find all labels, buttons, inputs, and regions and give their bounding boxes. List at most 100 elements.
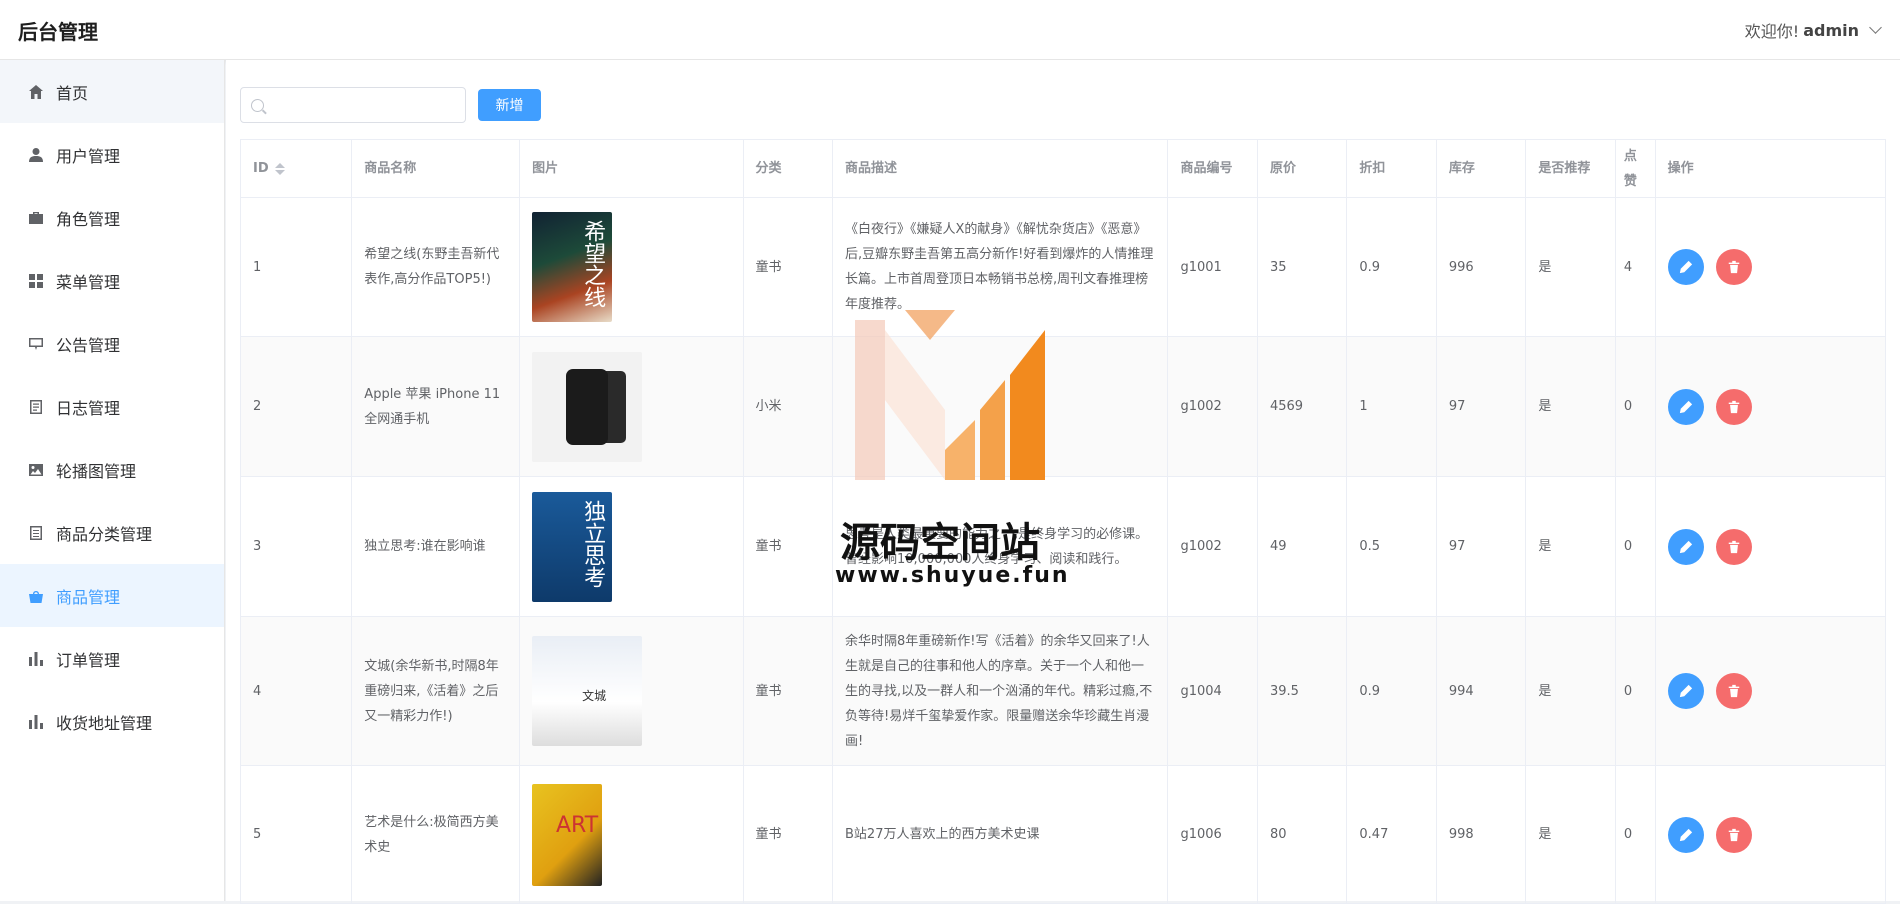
sidebar-item-label: 公告管理 bbox=[56, 335, 121, 355]
trash-icon bbox=[1728, 684, 1739, 698]
edit-icon bbox=[1679, 540, 1692, 553]
delete-button[interactable] bbox=[1715, 249, 1752, 285]
toolbar: 新增 bbox=[240, 87, 541, 123]
column-header-id[interactable]: ID bbox=[241, 140, 353, 197]
cell-discount: 0.9 bbox=[1347, 617, 1437, 765]
cell-code: g1002 bbox=[1168, 337, 1258, 476]
cell-operations bbox=[1656, 477, 1886, 616]
edit-button[interactable] bbox=[1667, 816, 1704, 853]
edit-button[interactable] bbox=[1667, 249, 1704, 285]
edit-icon bbox=[1679, 260, 1692, 274]
column-header-price: 原价 bbox=[1258, 140, 1348, 197]
cell-price: 4569 bbox=[1258, 337, 1348, 476]
sidebar-item-label: 商品分类管理 bbox=[56, 524, 153, 544]
cell-category: 小米 bbox=[744, 337, 833, 476]
edit-icon bbox=[1679, 684, 1692, 698]
add-button[interactable]: 新增 bbox=[478, 89, 541, 121]
column-header-likes: 点赞 bbox=[1616, 140, 1656, 197]
sidebar-item-categories[interactable]: 商品分类管理 bbox=[0, 501, 224, 564]
sidebar-item-home[interactable]: 首页 bbox=[0, 60, 224, 123]
cell-operations bbox=[1656, 337, 1886, 476]
bar-chart-icon bbox=[28, 651, 44, 667]
cell-category: 童书 bbox=[744, 198, 833, 336]
sidebar-item-label: 收货地址管理 bbox=[56, 713, 153, 733]
edit-button[interactable] bbox=[1667, 673, 1704, 709]
sidebar-item-roles[interactable]: 角色管理 bbox=[0, 186, 224, 249]
sidebar-item-addresses[interactable]: 收货地址管理 bbox=[0, 690, 224, 753]
main-content: 新增 ID 商品名称 图片 分类 商品描述 商品编号 原价 折扣 库存 是否推荐… bbox=[226, 60, 1900, 904]
sidebar-item-notices[interactable]: 公告管理 bbox=[0, 312, 224, 375]
cell-likes: 0 bbox=[1616, 766, 1656, 903]
delete-button[interactable] bbox=[1715, 388, 1752, 425]
search-box[interactable] bbox=[240, 87, 466, 123]
cell-id: 3 bbox=[241, 477, 353, 616]
column-header-image: 图片 bbox=[520, 140, 744, 197]
cell-stock: 97 bbox=[1437, 477, 1527, 616]
sort-icon[interactable] bbox=[274, 162, 285, 175]
column-header-code: 商品编号 bbox=[1168, 140, 1258, 197]
cell-likes: 0 bbox=[1616, 477, 1656, 616]
cell-description: 思考是人类最重要的能力之一,是终身学习的必修课。曾经影响10,000,000人终… bbox=[833, 477, 1169, 616]
app-title: 后台管理 bbox=[18, 20, 98, 44]
sidebar-item-orders[interactable]: 订单管理 bbox=[0, 627, 224, 690]
cell-stock: 996 bbox=[1437, 198, 1527, 336]
table-row: 3 独立思考:谁在影响谁 独立思考 童书 思考是人类最重要的能力之一,是终身学习… bbox=[241, 477, 1886, 617]
sidebar-item-label: 日志管理 bbox=[56, 398, 121, 418]
table-row: 4 文城(余华新书,时隔8年重磅归来,《活着》之后又一精彩力作!) 文城 童书 … bbox=[241, 617, 1886, 766]
cell-price: 39.5 bbox=[1258, 617, 1348, 765]
sidebar-item-label: 订单管理 bbox=[56, 650, 121, 670]
cell-operations bbox=[1656, 766, 1886, 903]
home-icon bbox=[28, 84, 44, 100]
goods-icon bbox=[28, 588, 44, 604]
cell-discount: 0.47 bbox=[1347, 766, 1437, 903]
cell-code: g1001 bbox=[1168, 198, 1258, 336]
cell-name: Apple 苹果 iPhone 11 全网通手机 bbox=[352, 337, 521, 476]
picture-icon bbox=[28, 462, 44, 478]
chevron-down-icon bbox=[1869, 21, 1882, 34]
column-header-stock: 库存 bbox=[1437, 140, 1527, 197]
sidebar-item-carousel[interactable]: 轮播图管理 bbox=[0, 438, 224, 501]
search-icon bbox=[251, 98, 264, 112]
column-header-operations: 操作 bbox=[1656, 140, 1886, 197]
briefcase-icon bbox=[28, 210, 44, 226]
sidebar-item-logs[interactable]: 日志管理 bbox=[0, 375, 224, 438]
cell-likes: 4 bbox=[1616, 198, 1656, 336]
product-image: ART bbox=[532, 783, 603, 886]
delete-button[interactable] bbox=[1715, 816, 1752, 853]
cell-image: 文城 bbox=[520, 617, 744, 765]
user-menu[interactable]: 欢迎你! admin bbox=[1744, 18, 1882, 42]
welcome-text: 欢迎你! bbox=[1744, 22, 1800, 41]
delete-button[interactable] bbox=[1715, 528, 1752, 565]
bar-chart-icon bbox=[28, 714, 44, 730]
cell-code: g1006 bbox=[1168, 766, 1258, 903]
delete-button[interactable] bbox=[1715, 673, 1752, 709]
cell-description: 《白夜行》《嫌疑人X的献身》《解忧杂货店》《恶意》后,豆瓣东野圭吾第五高分新作!… bbox=[833, 198, 1169, 336]
sidebar-item-users[interactable]: 用户管理 bbox=[0, 123, 224, 186]
column-header-name: 商品名称 bbox=[352, 140, 521, 197]
sidebar-item-label: 用户管理 bbox=[56, 146, 121, 166]
cell-image bbox=[520, 337, 744, 476]
cell-stock: 97 bbox=[1437, 337, 1527, 476]
table-row: 5 艺术是什么:极简西方美术史 ART 童书 B站27万人喜欢上的西方美术史课 … bbox=[241, 766, 1886, 904]
cell-stock: 994 bbox=[1437, 617, 1527, 765]
product-image: 希望之线 bbox=[532, 212, 613, 322]
cell-likes: 0 bbox=[1616, 617, 1656, 765]
cell-recommended: 是 bbox=[1526, 198, 1616, 336]
cell-description bbox=[833, 337, 1169, 476]
product-image: 文城 bbox=[532, 636, 643, 746]
cell-operations bbox=[1656, 617, 1886, 765]
trash-icon bbox=[1728, 540, 1739, 553]
edit-button[interactable] bbox=[1667, 528, 1704, 565]
notice-icon bbox=[28, 336, 44, 352]
cell-name: 艺术是什么:极简西方美术史 bbox=[352, 766, 521, 903]
cell-discount: 0.9 bbox=[1347, 198, 1437, 336]
cell-operations bbox=[1656, 198, 1886, 336]
sidebar-item-menus[interactable]: 菜单管理 bbox=[0, 249, 224, 312]
edit-icon bbox=[1679, 400, 1692, 413]
sidebar-item-goods[interactable]: 商品管理 bbox=[0, 564, 224, 627]
grid-icon bbox=[28, 273, 44, 289]
table-header: ID 商品名称 图片 分类 商品描述 商品编号 原价 折扣 库存 是否推荐 点赞… bbox=[241, 140, 1886, 198]
search-input[interactable] bbox=[270, 97, 450, 113]
cell-image: 希望之线 bbox=[520, 198, 744, 336]
edit-button[interactable] bbox=[1667, 388, 1704, 425]
